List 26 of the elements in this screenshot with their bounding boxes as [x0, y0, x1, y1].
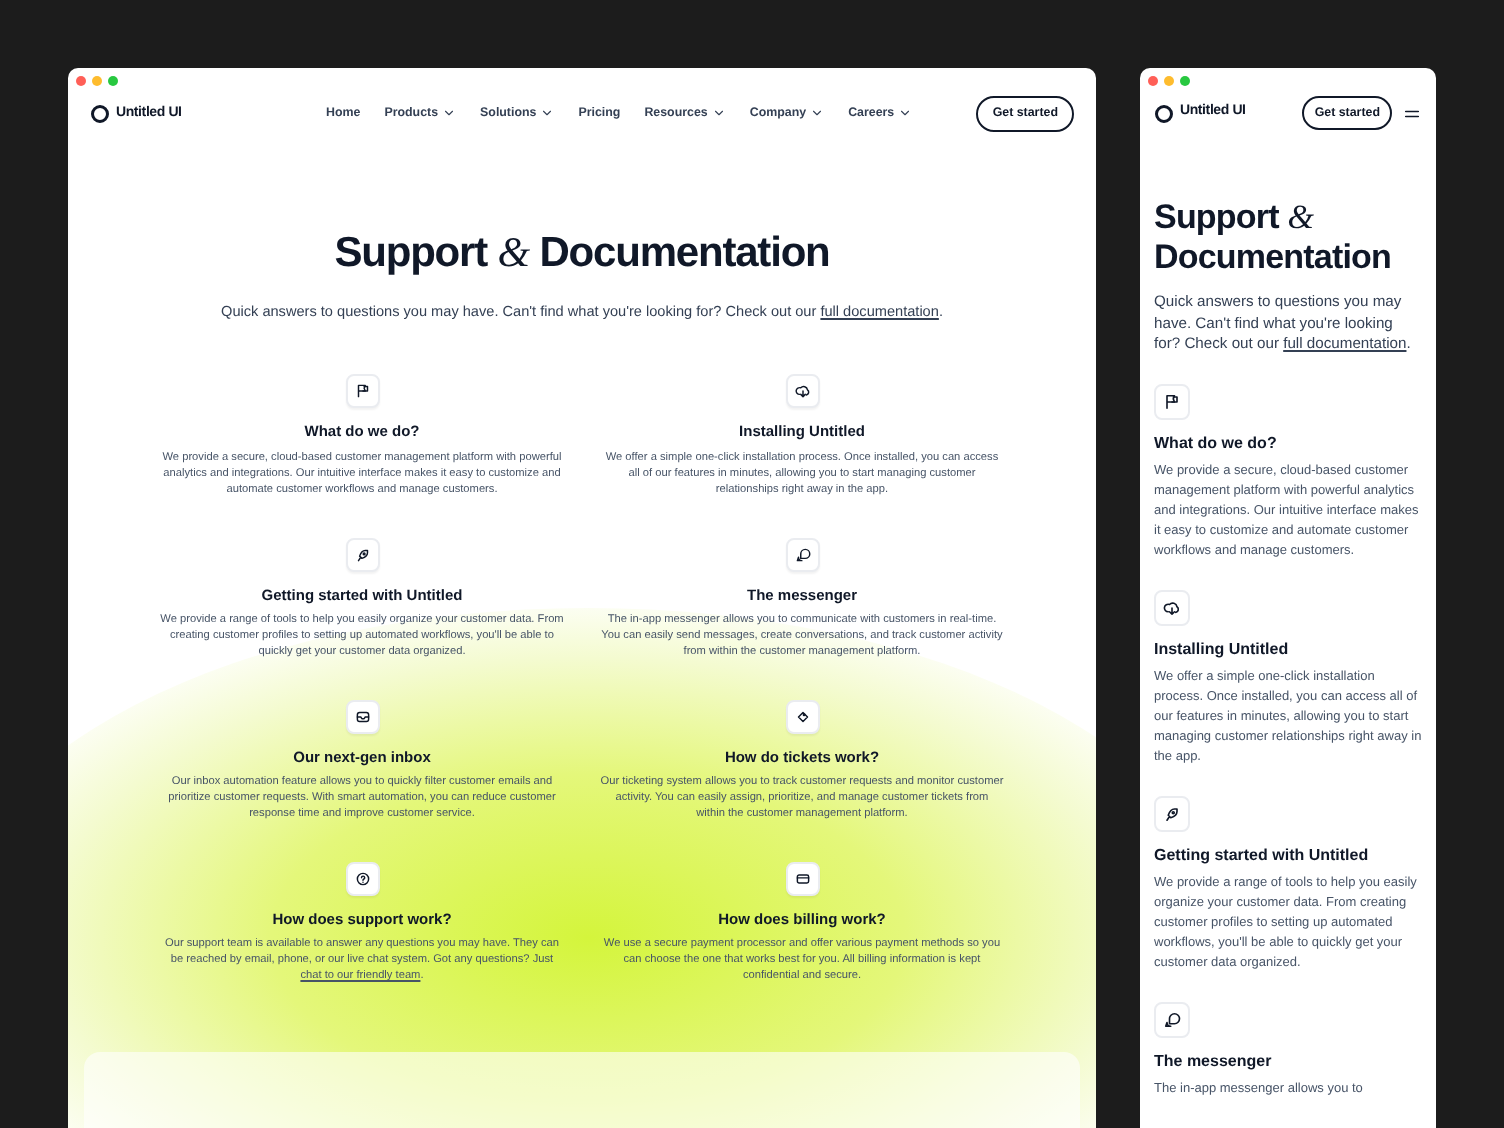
- caret-icon: [810, 106, 825, 121]
- faq-title: What do we do?: [1154, 431, 1279, 456]
- flag-icon: [1162, 391, 1182, 412]
- maximize-button[interactable]: [108, 76, 118, 86]
- help-circle-icon: [353, 870, 371, 889]
- faq-title: The messenger: [1154, 1049, 1274, 1074]
- minimize-button[interactable]: [1164, 76, 1174, 86]
- logo-icon: [1154, 103, 1174, 124]
- logo-icon: [90, 104, 110, 124]
- cloud-download-icon: [793, 382, 811, 401]
- page-heading: Support & Documentation: [332, 226, 832, 280]
- inbox-icon: [353, 707, 371, 726]
- credit-card-icon: [793, 870, 811, 889]
- page-heading: Support & Documentation: [1154, 198, 1394, 279]
- minimize-button[interactable]: [92, 76, 102, 86]
- cloud-download-icon: [1162, 597, 1182, 618]
- caret-icon: [442, 106, 457, 121]
- caret-icon: [711, 106, 726, 121]
- caret-icon: [540, 106, 555, 121]
- flag-icon: [353, 382, 371, 401]
- faq-title: Installing Untitled: [1154, 637, 1291, 662]
- faq-title: Getting started with Untitled: [1154, 843, 1371, 868]
- maximize-button[interactable]: [1180, 76, 1190, 86]
- caret-icon: [898, 106, 913, 121]
- close-button[interactable]: [76, 76, 86, 86]
- close-button[interactable]: [1148, 76, 1158, 86]
